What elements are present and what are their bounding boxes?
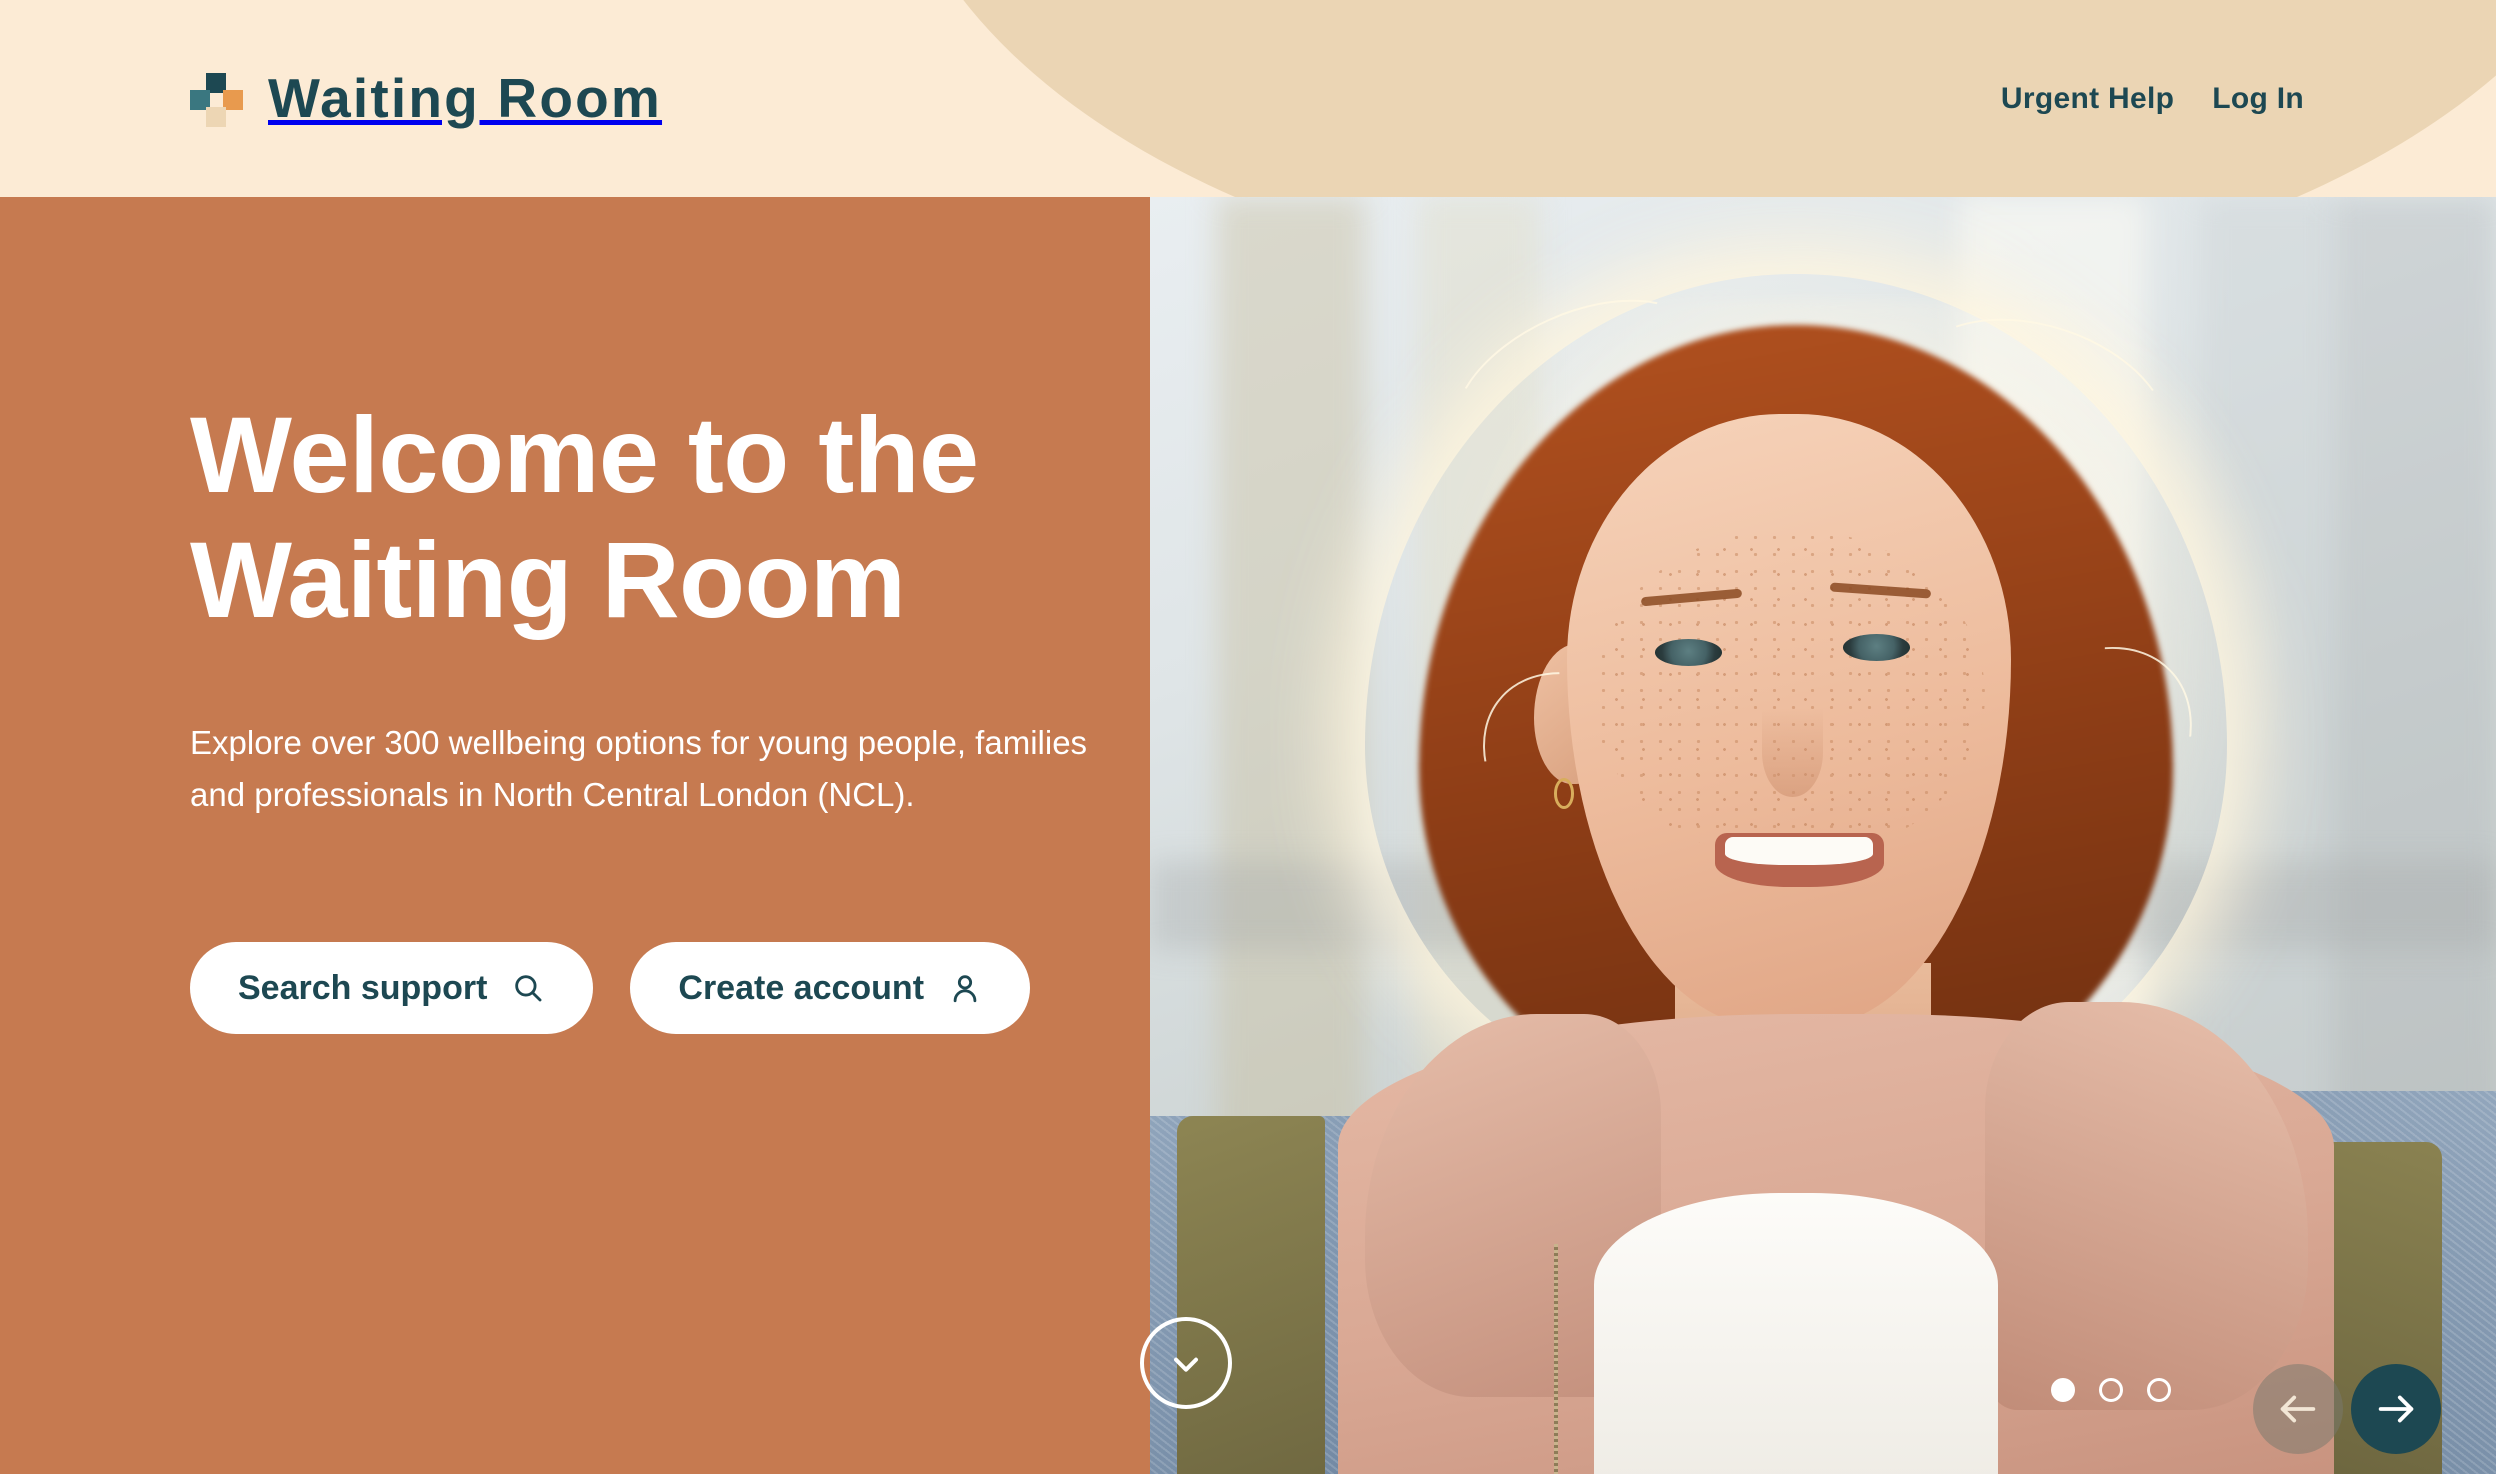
carousel-dot-2[interactable] — [2099, 1378, 2123, 1402]
hero-subtitle: Explore over 300 wellbeing options for y… — [190, 724, 1088, 814]
page-root: Waiting Room Urgent Help Log In Welcome … — [0, 0, 2496, 1474]
primary-nav: Urgent Help Log In — [2001, 82, 2304, 116]
site-header: Waiting Room Urgent Help Log In — [0, 0, 2496, 197]
nav-link-log-in[interactable]: Log In — [2212, 82, 2304, 116]
create-account-button[interactable]: Create account — [630, 942, 1031, 1034]
search-icon — [515, 975, 542, 1002]
logo-plus-mark-icon — [190, 72, 243, 127]
carousel-dot-3[interactable] — [2147, 1378, 2171, 1402]
scroll-down-button[interactable] — [1140, 1317, 1232, 1409]
hero-content: Welcome to the Waiting Room Explore over… — [190, 197, 1290, 1474]
hero-section: Welcome to the Waiting Room Explore over… — [0, 197, 2496, 1474]
carousel-next-button[interactable] — [2351, 1364, 2441, 1454]
carousel-prev-button[interactable] — [2253, 1364, 2343, 1454]
carousel-dot-1[interactable] — [2051, 1378, 2075, 1402]
search-support-button[interactable]: Search support — [190, 942, 594, 1034]
user-icon — [953, 975, 977, 1003]
hero-cta-row: Search support Create account — [190, 942, 1031, 1034]
carousel-dots — [2051, 1378, 2171, 1402]
chevron-down-icon — [1174, 1357, 1198, 1372]
nav-link-urgent-help[interactable]: Urgent Help — [2001, 82, 2174, 116]
arrow-right-icon — [2378, 1395, 2414, 1423]
hero-title-line-1: Welcome to the — [190, 394, 979, 515]
search-support-button-label: Search support — [238, 968, 488, 1007]
site-logo[interactable]: Waiting Room — [190, 67, 663, 129]
hero-title: Welcome to the Waiting Room — [190, 392, 1250, 643]
logo-wordmark: Waiting Room — [268, 67, 663, 129]
hero-title-line-2: Waiting Room — [190, 519, 906, 641]
create-account-button-label: Create account — [678, 968, 925, 1007]
carousel-arrows — [2253, 1364, 2441, 1454]
arrow-left-icon — [2280, 1395, 2316, 1423]
